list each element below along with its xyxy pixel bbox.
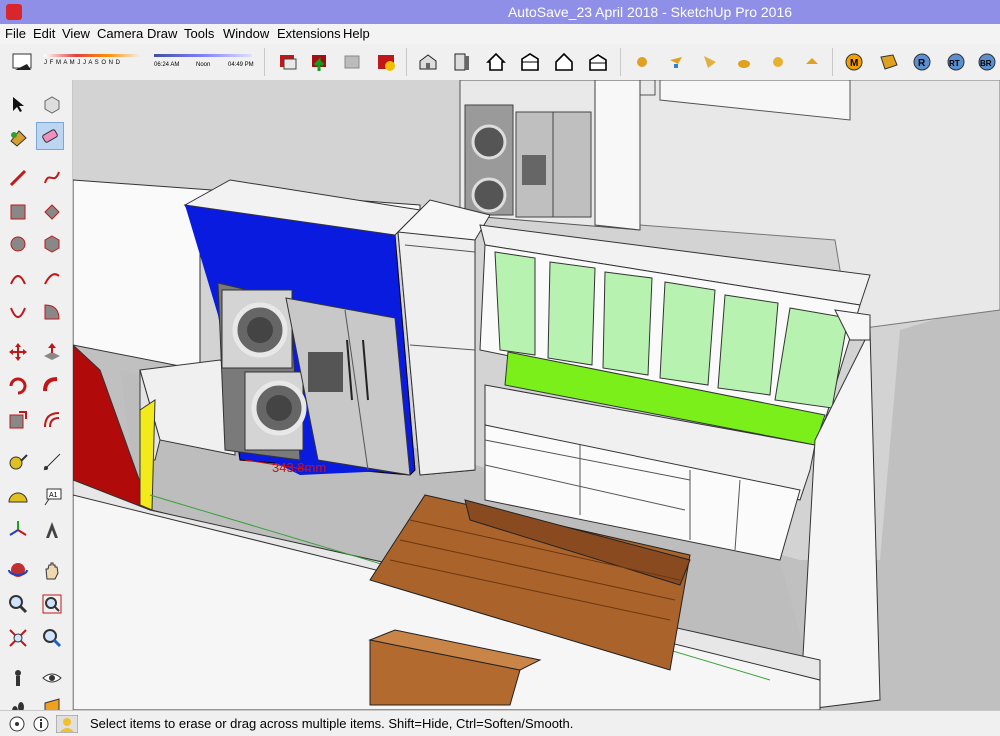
model-viewport[interactable]: 343.8mm <box>73 80 1000 710</box>
back-view-icon[interactable] <box>552 50 576 74</box>
zoom-tool-icon[interactable] <box>4 590 32 618</box>
line-tool-icon[interactable] <box>4 164 32 192</box>
share-model-icon[interactable] <box>308 50 332 74</box>
right-view-icon[interactable] <box>518 50 542 74</box>
share-component-icon[interactable] <box>340 50 364 74</box>
user-account-icon[interactable] <box>56 715 78 733</box>
look-around-icon[interactable] <box>38 664 66 692</box>
pan-tool-icon[interactable] <box>38 556 66 584</box>
render-rt-icon[interactable]: RT <box>944 50 968 74</box>
sandbox-icon-5[interactable] <box>766 50 790 74</box>
make-component-icon[interactable] <box>38 90 66 118</box>
menu-view[interactable]: View <box>62 26 90 41</box>
extension-warehouse-icon[interactable] <box>374 50 398 74</box>
menu-help[interactable]: Help <box>343 26 370 41</box>
render-br-label: BR <box>980 59 992 68</box>
shadow-settings[interactable]: J F M A M J J A S O N D <box>40 50 144 74</box>
time-end: 04:49 PM <box>228 62 254 68</box>
window-title: AutoSave_23 April 2018 - SketchUp Pro 20… <box>507 4 793 20</box>
model-scene[interactable]: 343.8mm <box>73 80 1000 710</box>
sandbox-icon-4[interactable] <box>732 50 756 74</box>
zoom-extents-icon[interactable] <box>4 624 32 652</box>
menu-tools[interactable]: Tools <box>184 26 214 41</box>
previous-view-icon[interactable] <box>38 624 66 652</box>
zoom-window-icon[interactable] <box>38 590 66 618</box>
push-pull-icon[interactable] <box>38 338 66 366</box>
dimension-tool-icon[interactable] <box>38 448 66 476</box>
arc-tool-icon[interactable] <box>4 264 32 292</box>
menu-file[interactable]: File <box>5 26 26 41</box>
text-tool-icon[interactable]: A1 <box>38 482 66 510</box>
eraser-icon[interactable] <box>36 122 64 150</box>
time-start: 06:24 AM <box>154 62 180 68</box>
menu-edit[interactable]: Edit <box>33 26 55 41</box>
dimension-label[interactable]: 343.8mm <box>272 460 326 475</box>
sandbox-icon-3[interactable] <box>698 50 722 74</box>
render-m-label: M <box>850 58 858 69</box>
rotated-rectangle-icon[interactable] <box>38 198 66 226</box>
front-view-icon[interactable] <box>484 50 508 74</box>
month-slider[interactable] <box>44 54 140 57</box>
month-labels: J F M A M J J A S O N D <box>44 60 121 66</box>
two-point-arc-icon[interactable] <box>38 264 66 292</box>
shadows-toggle-icon[interactable] <box>10 50 34 74</box>
menu-extensions[interactable]: Extensions <box>277 26 341 41</box>
sandbox-icon-1[interactable] <box>630 50 654 74</box>
3d-text-icon[interactable] <box>38 516 66 544</box>
protractor-icon[interactable] <box>4 482 32 510</box>
offset-tool-icon[interactable] <box>38 406 66 434</box>
tape-measure-icon[interactable] <box>4 448 32 476</box>
top-view-icon[interactable] <box>450 50 474 74</box>
sandbox-icon-2[interactable] <box>664 50 688 74</box>
title-bar: AutoSave_23 April 2018 - SketchUp Pro 20… <box>0 0 1000 24</box>
rotate-tool-icon[interactable] <box>4 372 32 400</box>
iso-view-icon[interactable] <box>416 50 440 74</box>
circle-tool-icon[interactable] <box>4 230 32 258</box>
move-tool-icon[interactable] <box>4 338 32 366</box>
render-materials-icon[interactable] <box>876 50 900 74</box>
status-bar: Select items to erase or drag across mul… <box>0 710 1000 736</box>
render-r-icon[interactable]: R <box>910 50 934 74</box>
pie-tool-icon[interactable] <box>38 298 66 326</box>
freehand-tool-icon[interactable] <box>38 164 66 192</box>
select-tool-icon[interactable] <box>4 90 32 118</box>
time-slider[interactable] <box>154 54 252 57</box>
follow-me-icon[interactable] <box>38 372 66 400</box>
render-rt-label: RT <box>949 59 960 68</box>
render-m-icon[interactable]: M <box>842 50 866 74</box>
svg-text:A1: A1 <box>49 492 58 499</box>
menu-camera[interactable]: Camera <box>97 26 143 41</box>
render-r-label: R <box>918 58 926 69</box>
time-settings[interactable]: 06:24 AM Noon 04:49 PM <box>152 50 256 74</box>
menu-window[interactable]: Window <box>223 26 269 41</box>
status-message: Select items to erase or drag across mul… <box>90 716 574 731</box>
scale-tool-icon[interactable] <box>4 406 32 434</box>
polygon-tool-icon[interactable] <box>38 230 66 258</box>
warehouse-icon[interactable] <box>276 50 300 74</box>
three-point-arc-icon[interactable] <box>4 298 32 326</box>
paint-bucket-icon[interactable] <box>4 124 32 152</box>
time-mid: Noon <box>196 62 211 68</box>
position-camera-icon[interactable] <box>4 664 32 692</box>
info-icon[interactable] <box>32 715 50 733</box>
menu-draw[interactable]: Draw <box>147 26 177 41</box>
rectangle-tool-icon[interactable] <box>4 198 32 226</box>
sandbox-icon-6[interactable] <box>800 50 824 74</box>
geolocation-icon[interactable] <box>8 715 26 733</box>
orbit-tool-icon[interactable] <box>4 556 32 584</box>
menu-bar: File Edit View Camera Draw Tools Window … <box>0 24 1000 44</box>
left-tool-palette: A1 <box>0 80 73 718</box>
render-br-icon[interactable]: BR <box>975 50 999 74</box>
left-view-icon[interactable] <box>586 50 610 74</box>
top-toolbar: J F M A M J J A S O N D 06:24 AM Noon 04… <box>0 44 1000 81</box>
axes-tool-icon[interactable] <box>4 516 32 544</box>
